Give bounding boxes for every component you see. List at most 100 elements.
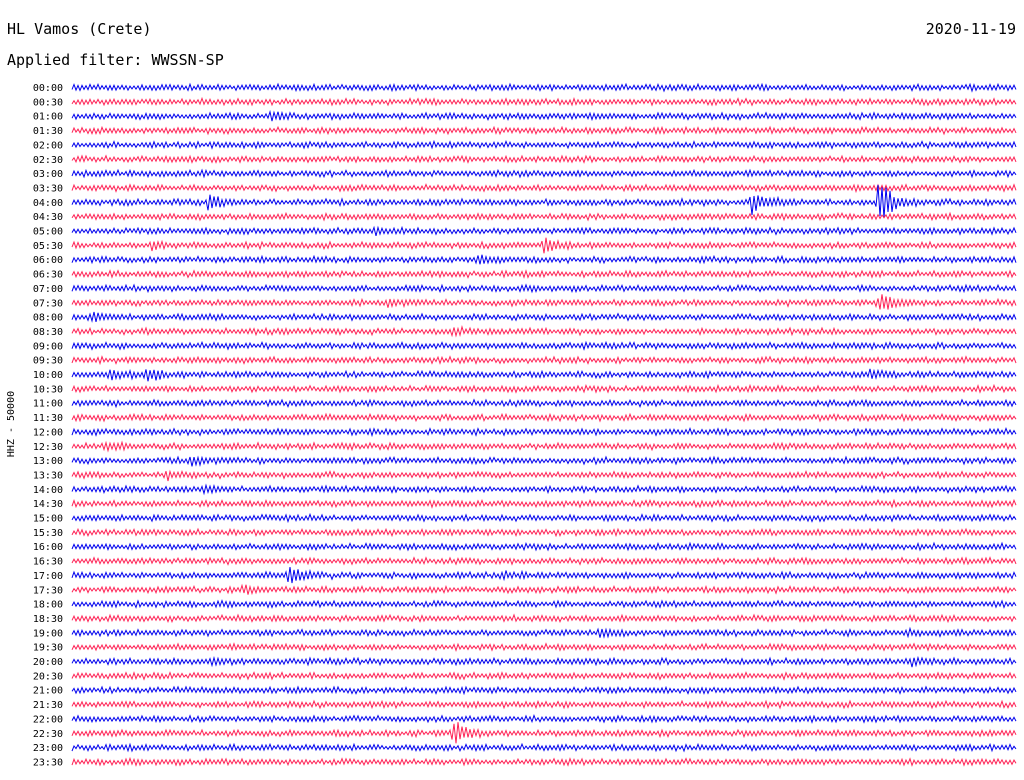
- time-label: 16:30: [33, 557, 63, 568]
- trace-row-1530: [71, 527, 1017, 538]
- time-label: 07:30: [33, 298, 63, 309]
- time-label: 17:00: [33, 571, 63, 582]
- time-label: 03:30: [33, 183, 63, 194]
- time-label: 19:00: [33, 628, 63, 639]
- time-label: 18:00: [33, 600, 63, 611]
- time-label: 10:00: [33, 370, 63, 381]
- trace-row-0300: [71, 168, 1017, 179]
- trace-row-0500: [71, 225, 1017, 237]
- trace-row-1430: [71, 498, 1017, 509]
- trace-row-2130: [71, 699, 1017, 710]
- trace-row-1230: [71, 440, 1017, 453]
- trace-row-1730: [71, 583, 1017, 596]
- time-label: 18:30: [33, 614, 63, 625]
- time-label: 05:00: [33, 227, 63, 238]
- trace-row-1830: [71, 613, 1017, 624]
- time-label: 14:30: [33, 499, 63, 510]
- trace-row-1600: [71, 541, 1017, 552]
- time-label: 15:00: [33, 514, 63, 525]
- trace-row-2030: [71, 671, 1017, 681]
- trace-row-1300: [71, 455, 1017, 467]
- time-label: 13:00: [33, 456, 63, 467]
- time-label: 23:30: [33, 757, 63, 768]
- time-label: 22:30: [33, 729, 63, 740]
- time-label: 00:00: [33, 83, 63, 94]
- time-label: 09:00: [33, 341, 63, 352]
- trace-row-1200: [71, 427, 1017, 438]
- time-label: 06:00: [33, 255, 63, 266]
- time-label: 21:00: [33, 686, 63, 697]
- trace-row-1800: [71, 599, 1017, 610]
- trace-row-0930: [71, 355, 1017, 366]
- time-label: 08:30: [33, 327, 63, 338]
- helicorder-plot: 00:00 00:30 01:00 01:30 02:00 02:30 03:00 03:30…: [6, 82, 1017, 768]
- trace-row-1000: [71, 368, 1017, 382]
- trace-row-2300: [71, 742, 1017, 753]
- trace-row-1100: [71, 398, 1017, 409]
- time-label: 01:30: [33, 126, 63, 137]
- time-label: 13:30: [33, 470, 63, 481]
- time-label: 06:30: [33, 270, 63, 281]
- time-label: 02:30: [33, 155, 63, 166]
- trace-row-2230: [71, 722, 1017, 744]
- trace-row-0730: [71, 294, 1017, 310]
- trace-row-0200: [71, 139, 1017, 150]
- time-label: 14:00: [33, 485, 63, 496]
- time-label: 22:00: [33, 714, 63, 725]
- trace-row-1130: [71, 412, 1017, 423]
- trace-row-0130: [71, 125, 1017, 136]
- trace-row-1330: [71, 469, 1017, 482]
- trace-row-1500: [71, 512, 1017, 524]
- trace-row-1630: [71, 556, 1017, 566]
- trace-row-1400: [71, 483, 1017, 496]
- trace-row-0230: [71, 154, 1017, 164]
- trace-row-2200: [71, 713, 1017, 724]
- time-label: 23:00: [33, 743, 63, 754]
- time-label: 19:30: [33, 643, 63, 654]
- trace-row-1030: [71, 383, 1017, 394]
- trace-row-1900: [71, 626, 1017, 639]
- time-label: 12:30: [33, 442, 63, 453]
- time-label: 17:30: [33, 585, 63, 596]
- time-label: 20:00: [33, 657, 63, 668]
- trace-row-0600: [71, 254, 1017, 265]
- time-label: 20:30: [33, 671, 63, 682]
- channel-label: HHZ - 50000: [6, 391, 17, 457]
- trace-row-0700: [71, 283, 1017, 294]
- time-label: 04:30: [33, 212, 63, 223]
- trace-row-0630: [71, 269, 1017, 279]
- time-label: 04:00: [33, 198, 63, 209]
- trace-row-0330: [71, 183, 1017, 194]
- trace-row-2330: [71, 756, 1017, 767]
- trace-row-2100: [71, 685, 1017, 696]
- trace-row-0830: [71, 325, 1017, 338]
- time-label: 03:00: [33, 169, 63, 180]
- helicorder-screen: HL Vamos (Crete) 2020-11-19 Applied filt…: [0, 0, 1024, 780]
- time-label: 15:30: [33, 528, 63, 539]
- trace-rows: [71, 82, 1017, 767]
- time-label: 16:00: [33, 542, 63, 553]
- trace-row-0100: [71, 109, 1017, 122]
- time-label: 11:30: [33, 413, 63, 424]
- time-label: 08:00: [33, 313, 63, 324]
- trace-row-0000: [71, 82, 1017, 93]
- trace-row-0800: [71, 311, 1017, 323]
- time-label: 00:30: [33, 97, 63, 108]
- trace-row-0530: [71, 237, 1017, 254]
- time-labels: 00:00 00:30 01:00 01:30 02:00 02:30 03:00 03:30…: [33, 83, 63, 768]
- time-label: 10:30: [33, 384, 63, 395]
- trace-row-0430: [71, 211, 1017, 222]
- trace-row-1930: [71, 642, 1017, 652]
- trace-row-0900: [71, 340, 1017, 351]
- time-label: 02:00: [33, 140, 63, 151]
- time-label: 05:30: [33, 241, 63, 252]
- time-label: 11:00: [33, 399, 63, 410]
- time-label: 01:00: [33, 112, 63, 123]
- time-label: 12:00: [33, 427, 63, 438]
- trace-row-1700: [71, 567, 1017, 584]
- time-label: 21:30: [33, 700, 63, 711]
- time-label: 09:30: [33, 356, 63, 367]
- trace-row-2000: [71, 655, 1017, 668]
- trace-row-0030: [71, 96, 1017, 107]
- time-label: 07:00: [33, 284, 63, 295]
